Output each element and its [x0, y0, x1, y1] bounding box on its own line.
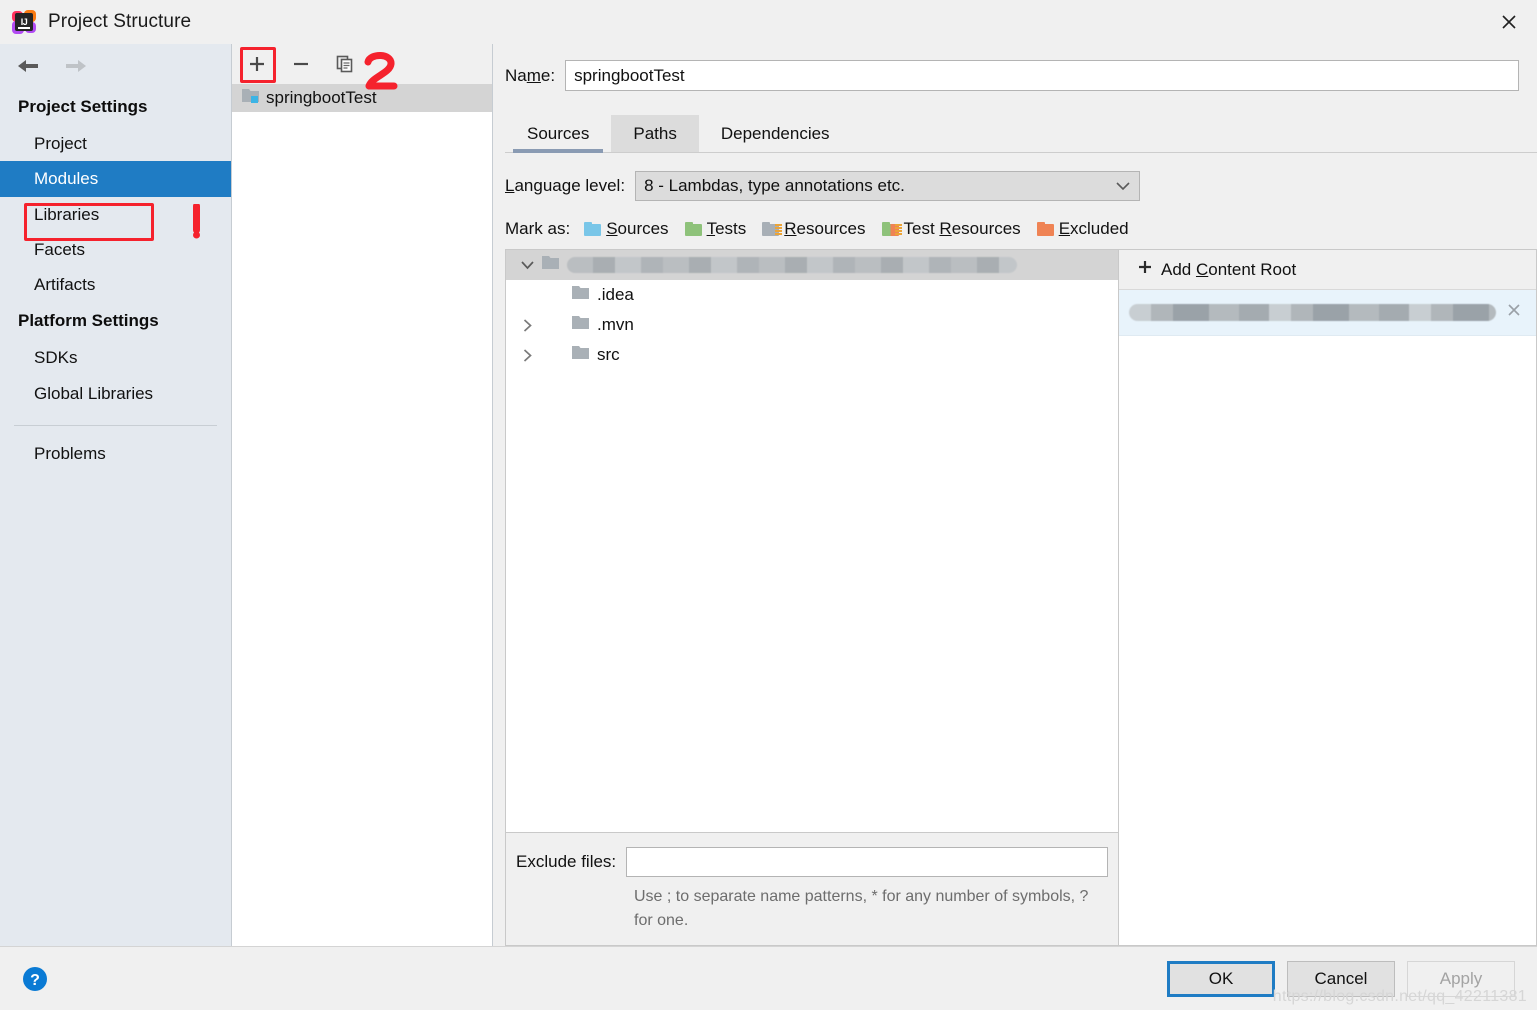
add-content-root-button[interactable]: Add Content Root — [1119, 250, 1536, 290]
window-title: Project Structure — [48, 11, 192, 32]
mark-as-test-resources-button[interactable]: Test Resources — [881, 219, 1021, 239]
exclude-files-label: Exclude files: — [516, 852, 617, 871]
folder-icon — [572, 345, 589, 365]
tab-dependencies[interactable]: Dependencies — [699, 115, 852, 152]
mark-as-excluded-button[interactable]: Excluded — [1036, 219, 1129, 239]
folder-sources-icon — [584, 222, 602, 236]
remove-module-button[interactable] — [288, 51, 314, 77]
title-bar: IJ Project Structure — [0, 0, 1537, 44]
sidebar-item-modules[interactable]: Modules — [0, 161, 231, 197]
folder-tests-icon — [684, 222, 702, 236]
dialog-buttons: OK Cancel Apply — [1167, 960, 1537, 997]
close-icon[interactable] — [1506, 302, 1522, 323]
chevron-down-icon — [1116, 176, 1130, 196]
close-icon[interactable] — [1481, 0, 1537, 44]
content-root-pane: Add Content Root — [1119, 250, 1537, 946]
tree-item-label: .mvn — [597, 315, 634, 334]
language-level-select[interactable]: 8 - Lambdas, type annotations etc. — [635, 171, 1141, 201]
folder-excluded-icon — [1036, 222, 1054, 236]
module-name: springbootTest — [266, 88, 377, 107]
folder-icon — [542, 255, 559, 275]
mark-as-sources-button[interactable]: Sources — [584, 219, 669, 239]
sidebar-group-platform-settings: Platform Settings — [18, 311, 159, 331]
sidebar-item-libraries[interactable]: Libraries — [0, 197, 231, 232]
tree-row[interactable] — [506, 250, 1118, 280]
mark-as-label: Mark as: — [505, 219, 571, 238]
sidebar-navigation — [0, 44, 231, 88]
name-label: Name: — [505, 65, 556, 85]
content-root-empty-area — [1119, 336, 1536, 945]
chevron-right-icon[interactable] — [512, 348, 542, 362]
language-level-value: 8 - Lambdas, type annotations etc. — [644, 176, 905, 195]
content-tree[interactable]: .idea .mvn src — [506, 250, 1118, 832]
folder-test-resources-icon — [881, 222, 902, 236]
tab-sources[interactable]: Sources — [505, 115, 611, 153]
language-level-label: Language level: — [505, 176, 626, 195]
sidebar-item-problems[interactable]: Problems — [0, 436, 231, 471]
paths-split: .idea .mvn src Exclude files: Use ; to s… — [505, 249, 1537, 946]
folder-icon — [572, 285, 589, 305]
exclude-files-hint: Use ; to separate name patterns, * for a… — [634, 888, 1089, 929]
module-name-row: Name: — [493, 44, 1537, 91]
modules-toolbar — [232, 44, 492, 90]
tree-item-label: .idea — [597, 285, 634, 304]
dialog-body: Project Settings Project Modules Librari… — [0, 44, 1537, 946]
apply-button: Apply — [1407, 960, 1515, 997]
arrow-right-icon[interactable] — [60, 54, 90, 78]
modules-list-panel: springbootTest — [232, 44, 493, 946]
tree-row[interactable]: .idea — [506, 280, 1118, 310]
sidebar-item-facets[interactable]: Facets — [0, 232, 231, 267]
redacted-path — [1129, 304, 1496, 321]
sidebar-item-global-libraries[interactable]: Global Libraries — [0, 376, 231, 411]
tab-paths[interactable]: Paths — [611, 115, 699, 152]
tree-row[interactable]: .mvn — [506, 310, 1118, 340]
intellij-logo-icon: IJ — [12, 10, 36, 34]
sidebar-group-project-settings: Project Settings — [18, 97, 148, 116]
svg-text:?: ? — [30, 972, 40, 989]
arrow-left-icon[interactable] — [14, 54, 44, 78]
exclude-files-input[interactable] — [626, 847, 1108, 877]
mark-as-tests-button[interactable]: Tests — [684, 219, 746, 239]
folder-resources-icon — [762, 222, 783, 236]
project-structure-dialog: IJ Project Structure Project Settings Pr… — [0, 0, 1537, 1010]
module-detail-panel: Name: Sources Paths Dependencies Languag… — [493, 44, 1537, 946]
module-list-item[interactable]: springbootTest — [232, 84, 492, 112]
exclude-files-section: Exclude files: Use ; to separate name pa… — [506, 832, 1118, 945]
tree-item-label: src — [597, 345, 620, 364]
folder-icon — [572, 315, 589, 335]
chevron-right-icon[interactable] — [512, 318, 542, 332]
plus-icon — [1137, 259, 1153, 280]
content-root-entry[interactable] — [1119, 290, 1536, 336]
name-input[interactable] — [565, 60, 1519, 91]
module-tabs: Sources Paths Dependencies — [505, 115, 1537, 153]
chevron-down-icon[interactable] — [512, 260, 542, 270]
dialog-footer: ? OK Cancel Apply https://blog.csdn.net/… — [0, 946, 1537, 1010]
module-folder-icon — [242, 88, 259, 108]
cancel-button[interactable]: Cancel — [1287, 960, 1395, 997]
sidebar-item-project[interactable]: Project — [0, 126, 231, 161]
content-tree-pane: .idea .mvn src Exclude files: Use ; to s… — [505, 250, 1119, 946]
sidebar-item-artifacts[interactable]: Artifacts — [0, 267, 231, 302]
help-icon[interactable]: ? — [20, 964, 50, 994]
mark-as-resources-button[interactable]: Resources — [762, 219, 866, 239]
copy-icon[interactable] — [332, 51, 358, 77]
add-module-button[interactable] — [244, 51, 270, 77]
settings-sidebar: Project Settings Project Modules Librari… — [0, 44, 232, 946]
sidebar-divider — [14, 424, 217, 426]
language-level-row: Language level: 8 - Lambdas, type annota… — [493, 153, 1537, 201]
ok-button[interactable]: OK — [1167, 960, 1275, 997]
tree-row[interactable]: src — [506, 340, 1118, 370]
redacted-path — [567, 257, 1017, 273]
sidebar-item-sdks[interactable]: SDKs — [0, 340, 231, 375]
mark-as-toolbar: Mark as: Sources Tests Resources Test Re… — [493, 201, 1537, 239]
